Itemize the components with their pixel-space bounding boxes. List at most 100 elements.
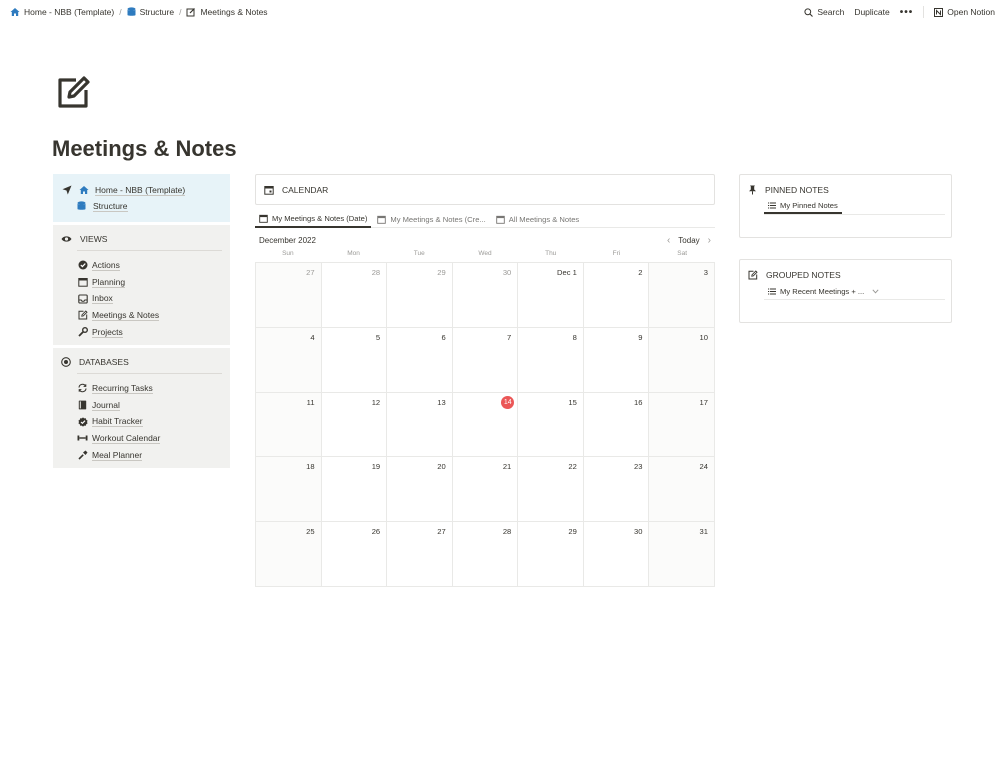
views-item-projects[interactable]: Projects bbox=[61, 324, 222, 341]
weekday-label: Sun bbox=[282, 250, 294, 257]
tab-my-meetings-created[interactable]: My Meetings & Notes (Cre... bbox=[373, 210, 489, 228]
calendar-day-cell[interactable]: 24 bbox=[649, 457, 715, 523]
calendar-day-cell[interactable]: 30 bbox=[583, 522, 650, 587]
home-icon bbox=[78, 185, 89, 196]
views-item-inbox[interactable]: Inbox bbox=[61, 290, 222, 307]
calendar-day-cell[interactable]: 16 bbox=[583, 392, 650, 458]
db-label-meal-planner[interactable]: Meal Planner bbox=[92, 450, 143, 461]
views-item-meetings-notes[interactable]: Meetings & Notes bbox=[61, 307, 222, 324]
calendar-day-cell[interactable]: 26 bbox=[321, 522, 388, 587]
views-item-actions[interactable]: Actions bbox=[61, 257, 222, 274]
calendar-day-cell[interactable]: 3 bbox=[649, 263, 715, 328]
day-number: 8 bbox=[572, 332, 577, 342]
db-item-recurring-tasks[interactable]: Recurring Tasks bbox=[61, 380, 222, 397]
search-label: Search bbox=[817, 7, 845, 17]
tab-all-meetings[interactable]: All Meetings & Notes bbox=[492, 210, 583, 228]
db-item-habit-tracker[interactable]: Habit Tracker bbox=[61, 413, 222, 430]
calendar-day-cell[interactable]: 10 bbox=[649, 327, 715, 393]
calendar-day-cell[interactable]: 6 bbox=[387, 327, 453, 393]
tab-label: My Meetings & Notes (Cre... bbox=[390, 214, 486, 224]
duplicate-button[interactable]: Duplicate bbox=[854, 7, 889, 17]
nav-row-home[interactable]: Home - NBB (Template) bbox=[61, 182, 222, 198]
views-label-actions[interactable]: Actions bbox=[92, 260, 120, 271]
db-label-journal[interactable]: Journal bbox=[92, 400, 120, 411]
calendar-icon bbox=[77, 277, 88, 288]
nav-link-home[interactable]: Home - NBB (Template) bbox=[95, 185, 186, 196]
calendar-day-cell[interactable]: 5 bbox=[321, 327, 388, 393]
breadcrumb-item-current[interactable]: Meetings & Notes bbox=[186, 7, 268, 17]
views-item-planning[interactable]: Planning bbox=[61, 274, 222, 291]
db-label-workout-calendar[interactable]: Workout Calendar bbox=[92, 433, 161, 444]
calendar-day-cell[interactable]: 17 bbox=[649, 392, 715, 458]
calendar-day-cell[interactable]: 27 bbox=[256, 263, 322, 328]
calendar-day-cell[interactable]: 2 bbox=[583, 263, 650, 328]
breadcrumb-item-structure[interactable]: Structure bbox=[127, 7, 174, 17]
databases-header: DATABASES bbox=[61, 356, 222, 370]
calendar-day-cell[interactable]: 23 bbox=[583, 457, 650, 523]
grouped-notes-heading: GROUPED NOTES bbox=[766, 270, 841, 280]
calendar-day-cell[interactable]: Dec 1 bbox=[518, 263, 584, 328]
pinned-notes-tabs: My Pinned Notes bbox=[764, 199, 945, 215]
calendar-day-cell[interactable]: 21 bbox=[452, 457, 519, 523]
calendar-heading: CALENDAR bbox=[282, 184, 329, 195]
db-item-meal-planner[interactable]: Meal Planner bbox=[61, 447, 222, 464]
tab-my-pinned-notes[interactable]: My Pinned Notes bbox=[764, 198, 842, 214]
breadcrumb-label-current: Meetings & Notes bbox=[200, 7, 268, 17]
calendar-day-cell[interactable]: 18 bbox=[256, 457, 322, 523]
views-label-projects[interactable]: Projects bbox=[92, 327, 123, 338]
views-label-inbox[interactable]: Inbox bbox=[92, 293, 113, 305]
calendar-day-cell[interactable]: 31 bbox=[649, 522, 715, 587]
tab-my-meetings-date[interactable]: My Meetings & Notes (Date) bbox=[255, 210, 372, 228]
calendar-month-label: December 2022 bbox=[259, 235, 316, 245]
today-button[interactable]: Today bbox=[678, 236, 699, 245]
dumbbell-icon bbox=[77, 433, 88, 444]
views-label-planning[interactable]: Planning bbox=[92, 277, 126, 288]
calendar-day-cell[interactable]: 12 bbox=[321, 392, 388, 458]
open-notion-label: Open Notion bbox=[947, 7, 995, 17]
weekday-label: Wed bbox=[478, 250, 492, 257]
check-circle-icon bbox=[77, 260, 88, 271]
calendar-day-cell[interactable]: 22 bbox=[518, 457, 584, 523]
calendar-day-cell[interactable]: 25 bbox=[256, 522, 322, 587]
wrench-icon bbox=[77, 327, 88, 338]
chevron-right-icon[interactable]: › bbox=[708, 235, 711, 246]
calendar-day-cell[interactable]: 15 bbox=[518, 392, 584, 458]
search-button[interactable]: Search bbox=[804, 7, 844, 17]
nav-link-structure[interactable]: Structure bbox=[93, 201, 128, 212]
calendar-day-cell[interactable]: 14 bbox=[452, 392, 519, 458]
nav-panel: Home - NBB (Template) Structure bbox=[53, 174, 230, 222]
calendar-day-cell[interactable]: 28 bbox=[321, 263, 388, 328]
calendar-day-cell[interactable]: 29 bbox=[387, 263, 453, 328]
calendar-day-cell[interactable]: 11 bbox=[256, 392, 322, 458]
target-icon bbox=[61, 357, 71, 367]
calendar-day-cell[interactable]: 28 bbox=[452, 522, 519, 587]
calendar-day-cell[interactable]: 7 bbox=[452, 327, 519, 393]
chevron-left-icon[interactable]: ‹ bbox=[667, 235, 670, 246]
calendar-day-cell[interactable]: 20 bbox=[387, 457, 453, 523]
topbar: Home - NBB (Template) / Structure / Meet… bbox=[0, 0, 1005, 24]
calendar-day-cell[interactable]: 30 bbox=[452, 263, 519, 328]
database-icon bbox=[76, 201, 87, 212]
open-notion-button[interactable]: Open Notion bbox=[934, 7, 995, 17]
breadcrumb-item-home[interactable]: Home - NBB (Template) bbox=[10, 7, 114, 17]
weekday-label: Tue bbox=[413, 250, 425, 257]
nav-row-structure[interactable]: Structure bbox=[61, 198, 222, 214]
views-label-meetings-notes[interactable]: Meetings & Notes bbox=[92, 310, 160, 321]
more-options-button[interactable]: ••• bbox=[900, 7, 914, 18]
calendar-day-cell[interactable]: 29 bbox=[518, 522, 584, 587]
calendar-icon bbox=[259, 214, 268, 223]
tab-my-recent-meetings[interactable]: My Recent Meetings + ... bbox=[764, 283, 883, 299]
calendar-day-cell[interactable]: 4 bbox=[256, 327, 322, 393]
db-label-recurring-tasks[interactable]: Recurring Tasks bbox=[92, 383, 153, 394]
calendar-day-cell[interactable]: 27 bbox=[387, 522, 453, 587]
db-item-workout-calendar[interactable]: Workout Calendar bbox=[61, 430, 222, 447]
db-label-habit-tracker[interactable]: Habit Tracker bbox=[92, 416, 143, 428]
calendar-day-cell[interactable]: 19 bbox=[321, 457, 388, 523]
calendar-day-cell[interactable]: 8 bbox=[518, 327, 584, 393]
top-actions: Search Duplicate ••• Open Notion bbox=[804, 6, 995, 18]
db-item-journal[interactable]: Journal bbox=[61, 397, 222, 414]
day-number: 3 bbox=[703, 268, 708, 277]
chevron-down-icon[interactable] bbox=[872, 288, 879, 294]
calendar-day-cell[interactable]: 13 bbox=[387, 392, 453, 458]
calendar-day-cell[interactable]: 9 bbox=[583, 327, 650, 393]
